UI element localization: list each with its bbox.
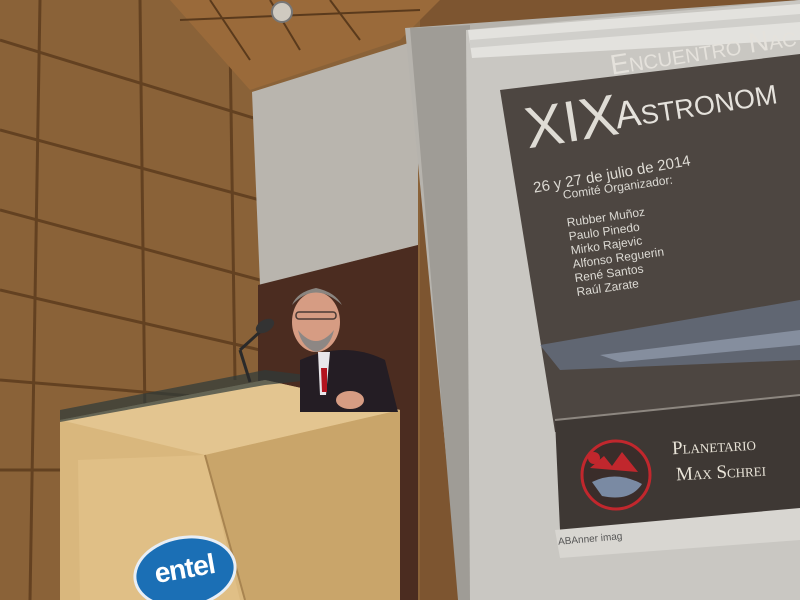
slide-committee: Comité Organizador: Rubber Muñoz Paulo P… <box>562 173 687 299</box>
photo-scene: XIX Encuentro Nac Astronom 26 y 27 de ju… <box>0 0 800 600</box>
slide-logo-line2: Max Schrei <box>675 459 767 486</box>
slide-logo-line1: Planetario <box>671 433 757 460</box>
podium-brand-text: entel <box>151 548 217 590</box>
